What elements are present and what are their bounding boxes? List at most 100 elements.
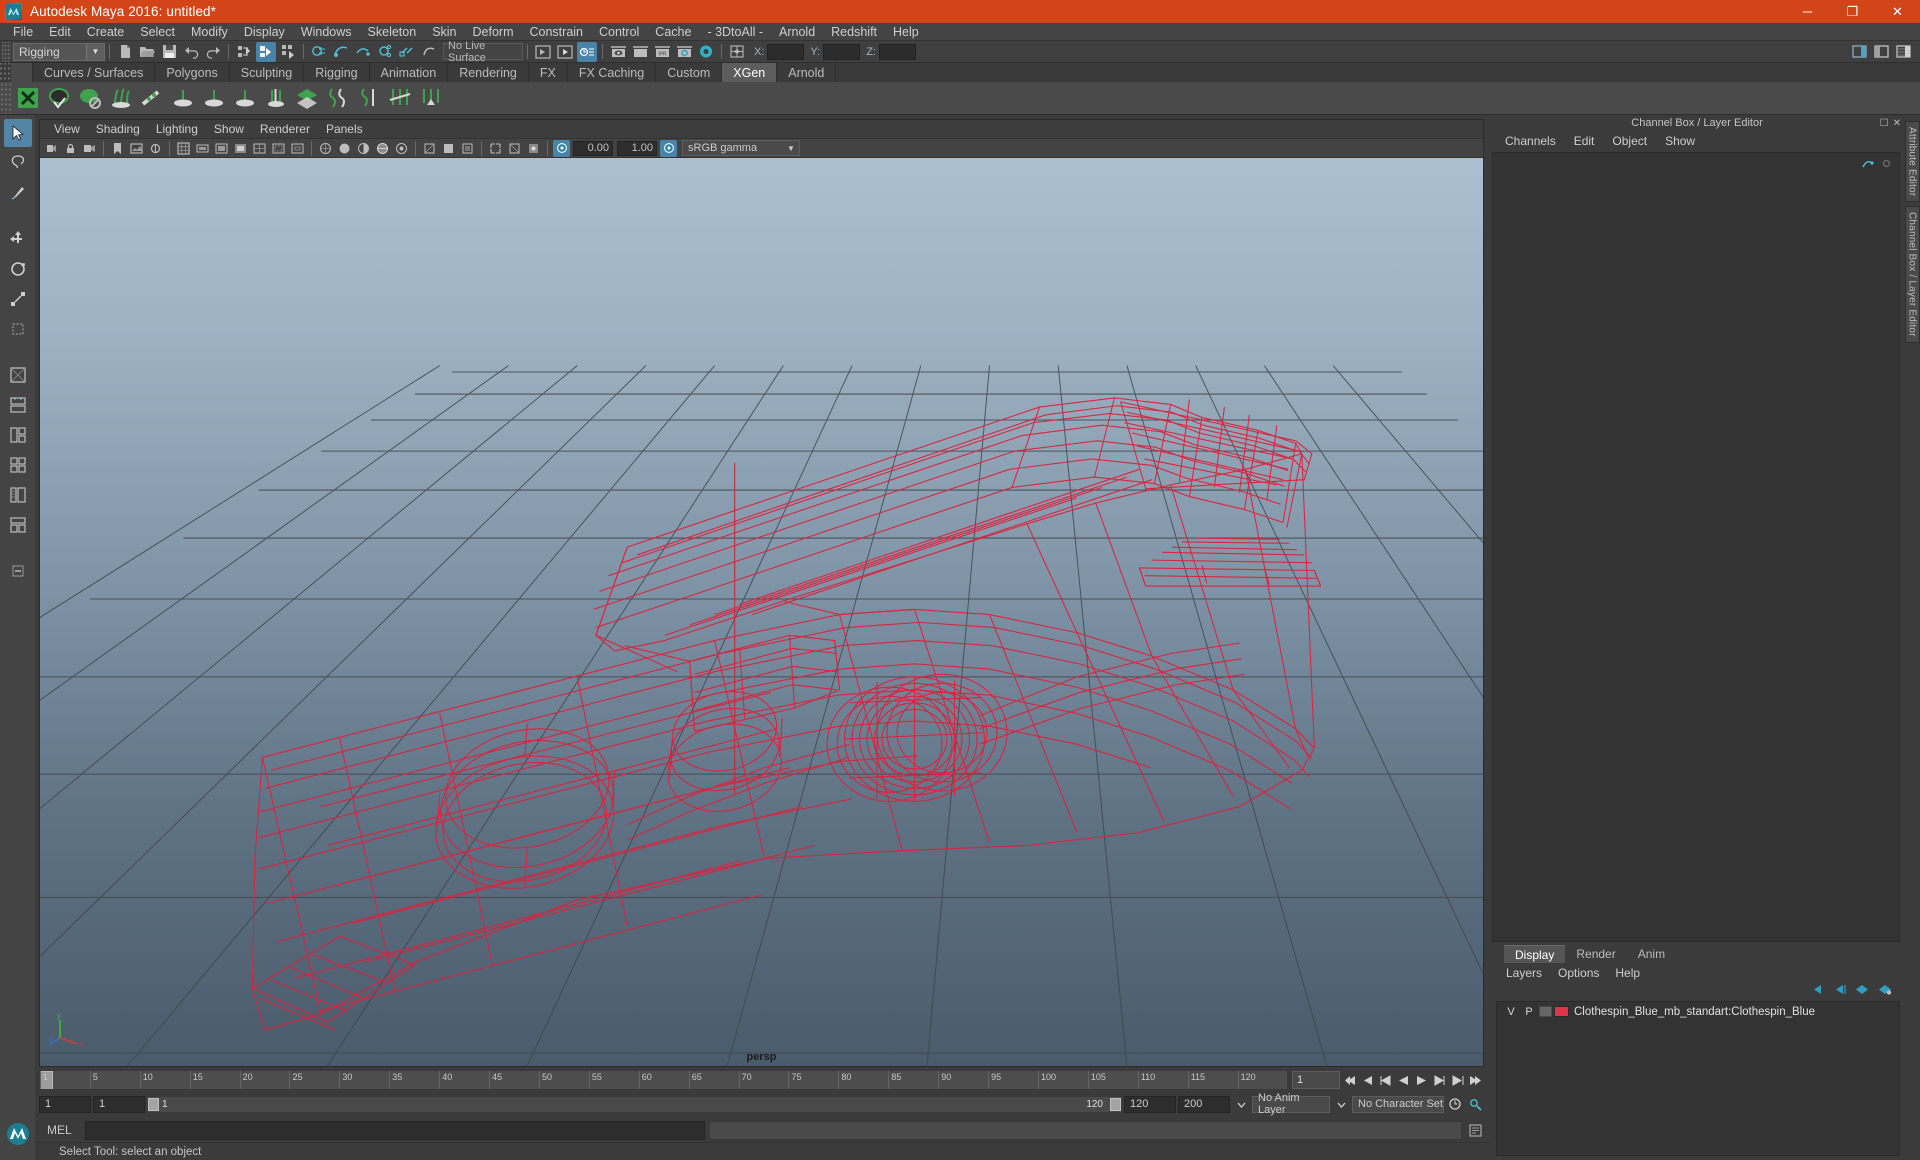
go-to-end-icon[interactable]	[1466, 1071, 1484, 1089]
menu-item-skeleton[interactable]: Skeleton	[360, 23, 425, 41]
create-empty-layer-icon[interactable]	[1855, 983, 1869, 998]
channel-box-content[interactable]	[1492, 152, 1900, 942]
maya-bonus-logo-icon[interactable]	[4, 1120, 32, 1148]
channel-box-menu-object[interactable]: Object	[1603, 132, 1656, 150]
menu-item-help[interactable]: Help	[885, 23, 927, 41]
xgen-guide-icon[interactable]	[137, 84, 166, 113]
layer-list[interactable]: V P Clothespin_Blue_mb_standart:Clothespin…	[1496, 1001, 1900, 1156]
bookmark-icon[interactable]	[109, 140, 126, 157]
xgen-groom-brush-icon[interactable]	[106, 84, 135, 113]
menu-item-create[interactable]: Create	[79, 23, 133, 41]
xgen-clump-icon[interactable]	[261, 84, 290, 113]
arnold-render-settings-icon[interactable]	[674, 42, 694, 62]
menu-item-control[interactable]: Control	[591, 23, 647, 41]
xgen-export-icon[interactable]	[416, 84, 445, 113]
shelf-tab-rigging[interactable]: Rigging	[304, 63, 370, 82]
isolate-select-icon[interactable]	[487, 140, 504, 157]
menu-item-cache[interactable]: Cache	[647, 23, 699, 41]
viewport-menu-show[interactable]: Show	[206, 120, 252, 138]
viewport-menu-view[interactable]: View	[46, 120, 88, 138]
z-input-field[interactable]	[878, 43, 916, 60]
snap-to-curves-icon[interactable]	[331, 42, 351, 62]
gate-mask-icon[interactable]	[232, 140, 249, 157]
minimize-button[interactable]: ─	[1785, 0, 1830, 23]
ipr-render-icon[interactable]	[577, 41, 597, 62]
channel-box-settings-icon[interactable]	[1880, 157, 1893, 173]
layout-persp-outliner-icon[interactable]	[4, 481, 32, 509]
menu-item-file[interactable]: File	[5, 23, 41, 41]
layout-hypergraph-icon[interactable]	[4, 511, 32, 539]
xgen-mask-icon[interactable]	[230, 84, 259, 113]
xgen-density-icon[interactable]	[168, 84, 197, 113]
save-scene-icon[interactable]	[159, 42, 179, 62]
smooth-shade-selected-icon[interactable]	[355, 140, 372, 157]
snap-to-view-planes-icon[interactable]	[397, 42, 417, 62]
channel-box-menu-show[interactable]: Show	[1656, 132, 1704, 150]
anim-layer-chevron-down-icon[interactable]	[1332, 1095, 1350, 1113]
camera-attributes-icon[interactable]	[81, 140, 98, 157]
show-hide-tool-settings-icon[interactable]	[1871, 42, 1891, 62]
undock-panel-icon[interactable]: ☐	[1880, 118, 1889, 129]
viewport-menu-lighting[interactable]: Lighting	[148, 120, 206, 138]
character-set-selector[interactable]: No Character Set	[1352, 1095, 1444, 1113]
grid-display-icon[interactable]	[175, 140, 192, 157]
rotate-tool-icon[interactable]	[4, 255, 32, 283]
shelf-tab-custom[interactable]: Custom	[656, 63, 723, 82]
layer-move-up-icon[interactable]	[1811, 983, 1824, 998]
redo-icon[interactable]	[203, 42, 223, 62]
script-editor-icon[interactable]	[1466, 1121, 1484, 1139]
xgen-layer-icon[interactable]	[292, 84, 321, 113]
layout-four-pane-icon[interactable]	[4, 451, 32, 479]
xray-joints-icon[interactable]	[525, 140, 542, 157]
arnold-ipr-icon[interactable]: IPR	[652, 42, 672, 62]
redshift-render-icon[interactable]	[696, 42, 716, 62]
shelf-tab-sculpting[interactable]: Sculpting	[229, 63, 305, 82]
animation-start-field[interactable]: 1	[39, 1095, 91, 1113]
menu-item-display[interactable]: Display	[236, 23, 293, 41]
step-forward-key-icon[interactable]	[1448, 1071, 1466, 1089]
step-back-frame-icon[interactable]	[1376, 1071, 1394, 1089]
shelf-tab-polygons[interactable]: Polygons	[155, 63, 230, 82]
shelf-tab-fx-caching[interactable]: FX Caching	[567, 63, 657, 82]
range-slider-bar[interactable]: 1 120	[147, 1095, 1122, 1113]
shelf-grip-handle[interactable]	[0, 63, 11, 82]
viewport-menu-shading[interactable]: Shading	[88, 120, 148, 138]
select-camera-icon[interactable]	[43, 140, 60, 157]
auto-keyframe-icon[interactable]	[1446, 1095, 1464, 1113]
xgen-coil-icon[interactable]	[354, 84, 383, 113]
y-input-field[interactable]	[823, 43, 861, 60]
play-backwards-icon[interactable]	[1394, 1071, 1412, 1089]
layer-tab-anim[interactable]: Anim	[1626, 945, 1677, 963]
shelf-row-grip-handle[interactable]	[0, 82, 12, 114]
xgen-preview-icon[interactable]	[44, 84, 73, 113]
lock-camera-icon[interactable]	[62, 140, 79, 157]
layer-tab-display[interactable]: Display	[1504, 945, 1566, 963]
image-plane-icon[interactable]	[128, 140, 145, 157]
layer-menu-options[interactable]: Options	[1550, 964, 1607, 982]
vertical-tab-channel-box-layer-editor[interactable]: Channel Box / Layer Editor	[1904, 206, 1920, 344]
layer-color-swatch[interactable]	[1554, 1006, 1569, 1017]
viewport-menu-panels[interactable]: Panels	[318, 120, 371, 138]
menu-item-deform[interactable]: Deform	[465, 23, 522, 41]
layer-menu-layers[interactable]: Layers	[1498, 964, 1550, 982]
snap-to-projected-center-icon[interactable]	[375, 42, 395, 62]
gamma-value-field[interactable]: 1.00	[617, 140, 657, 156]
menu-item-windows[interactable]: Windows	[293, 23, 360, 41]
exposure-toggle-icon[interactable]	[553, 139, 570, 157]
scale-tool-icon[interactable]	[4, 285, 32, 313]
lasso-tool-icon[interactable]	[4, 149, 32, 177]
select-by-object-type-icon[interactable]	[256, 41, 276, 62]
wireframe-on-shaded-icon[interactable]	[374, 140, 391, 157]
vertical-tab-attribute-editor[interactable]: Attribute Editor	[1904, 121, 1920, 203]
play-forwards-icon[interactable]	[1412, 1071, 1430, 1089]
step-back-key-icon[interactable]	[1358, 1071, 1376, 1089]
field-chart-icon[interactable]	[251, 140, 268, 157]
live-surface-field[interactable]: No Live Surface	[443, 40, 523, 64]
exposure-value-field[interactable]: 0.00	[573, 140, 613, 156]
safe-title-icon[interactable]	[289, 140, 306, 157]
color-space-selector[interactable]: sRGB gamma ▼	[682, 140, 800, 156]
render-current-frame-icon[interactable]	[555, 42, 575, 62]
layer-name-label[interactable]: Clothespin_Blue_mb_standart:Clothespin_B…	[1574, 1006, 1815, 1018]
use-default-lighting-icon[interactable]	[421, 140, 438, 157]
layout-two-pane-stacked-icon[interactable]	[4, 391, 32, 419]
